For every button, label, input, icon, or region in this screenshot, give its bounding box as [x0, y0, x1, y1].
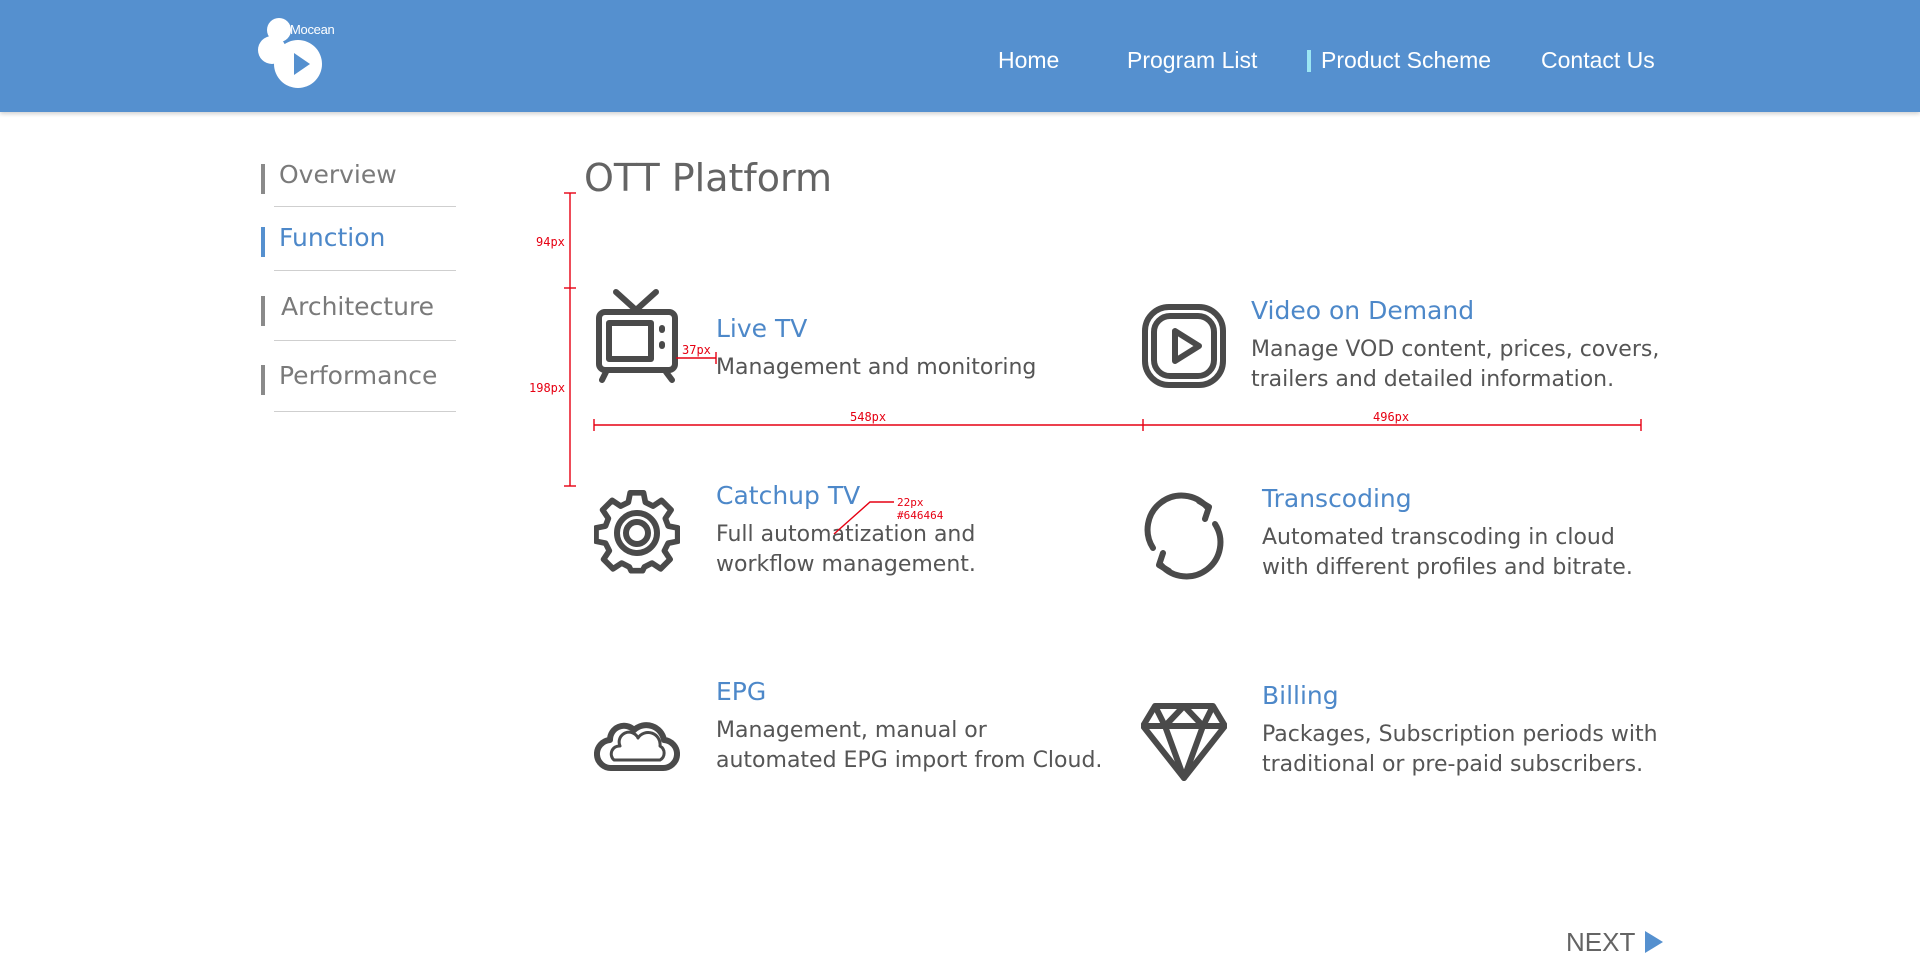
feature-title-billing[interactable]: Billing [1262, 681, 1339, 710]
annotation-label: 37px [682, 343, 711, 357]
next-button[interactable]: NEXT [1566, 926, 1664, 958]
nav-active-indicator [1307, 50, 1311, 72]
annotation-label: 496px [1373, 410, 1410, 424]
top-header: Mocean Home Program List Product Scheme … [0, 0, 1920, 112]
sidebar-marker [261, 227, 265, 257]
feature-desc-epg-line2: automated EPG import from Cloud. [716, 748, 1103, 773]
sidebar-marker [261, 164, 265, 194]
annotation-label: 94px [536, 235, 565, 249]
sidebar-item-label: Performance [279, 361, 438, 390]
sidebar-marker [261, 296, 265, 326]
feature-desc-billing-line1: Packages, Subscription periods with [1262, 722, 1658, 747]
gear-icon [594, 489, 680, 574]
annotation-label: 198px [529, 381, 566, 395]
sidebar-divider [274, 270, 456, 271]
feature-title-epg[interactable]: EPG [716, 677, 766, 706]
diamond-icon [1141, 703, 1227, 781]
annotation-label: 548px [850, 410, 887, 424]
feature-desc-transcoding-line1: Automated transcoding in cloud [1262, 525, 1615, 550]
feature-desc-transcoding-line2: with different profiles and bitrate. [1262, 555, 1633, 580]
feature-desc-catchup-line1: Full automatization and [716, 522, 976, 547]
sidebar-item-label: Architecture [281, 292, 435, 321]
arrow-right-icon [1645, 931, 1664, 953]
next-label: NEXT [1566, 926, 1636, 957]
feature-desc-epg-line1: Management, manual or [716, 718, 987, 743]
measurement-overlay [564, 192, 1642, 535]
feature-desc-catchup-line2: workflow management. [716, 552, 976, 577]
sidebar-divider [274, 340, 456, 341]
sidebar-item-label: Function [279, 223, 386, 252]
nav-product-scheme[interactable]: Product Scheme [1321, 47, 1491, 74]
annotation-label: 22px [897, 496, 924, 509]
feature-title-vod[interactable]: Video on Demand [1251, 296, 1474, 325]
nav-contact-us[interactable]: Contact Us [1541, 47, 1655, 74]
nav-home[interactable]: Home [998, 47, 1059, 74]
sidebar-divider [274, 206, 456, 207]
annotation-label: #646464 [897, 509, 944, 522]
cloud-icon [594, 722, 680, 772]
feature-desc-billing-line2: traditional or pre-paid subscribers. [1262, 752, 1644, 777]
nav-program-list[interactable]: Program List [1127, 47, 1257, 74]
tv-icon [596, 289, 678, 383]
sidebar-item-label: Overview [279, 160, 397, 189]
sidebar-divider [274, 411, 456, 412]
feature-title-live-tv[interactable]: Live TV [716, 314, 807, 343]
feature-title-transcoding[interactable]: Transcoding [1262, 484, 1412, 513]
sidebar-marker [261, 365, 265, 395]
page-title: OTT Platform [584, 156, 833, 200]
logo-text: Mocean [290, 22, 335, 37]
feature-desc-vod-line2: trailers and detailed information. [1251, 367, 1615, 392]
play-icon [1142, 304, 1226, 388]
feature-desc-vod-line1: Manage VOD content, prices, covers, [1251, 337, 1660, 362]
feature-title-catchup-tv[interactable]: Catchup TV [716, 481, 860, 510]
feature-desc-live-tv: Management and monitoring [716, 355, 1037, 380]
refresh-icon [1144, 492, 1224, 580]
